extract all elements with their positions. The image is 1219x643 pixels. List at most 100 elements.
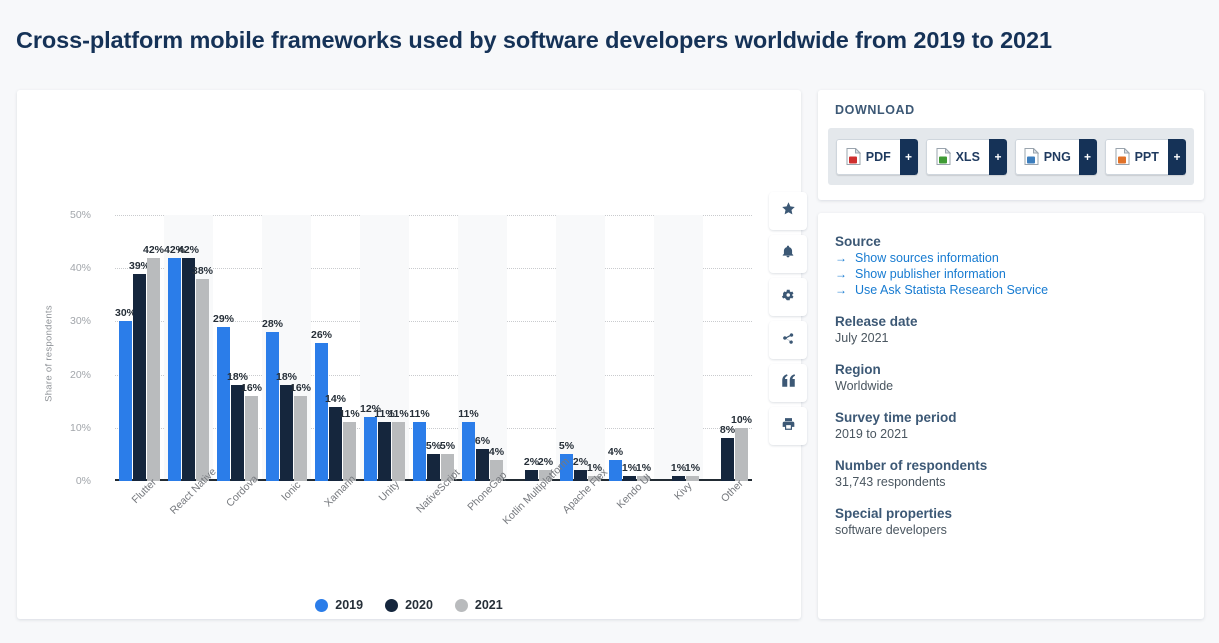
bar-2021[interactable]: 16% [241, 382, 262, 481]
bar-group: 11% 5% 5% [409, 215, 458, 481]
x-label-cell: Cordova [213, 473, 262, 583]
legend-label: 2021 [474, 598, 503, 612]
settings-gear-button[interactable] [769, 278, 807, 316]
bar-groups: 30% 39% 42% 42% 42% 38% 29% 18% 16% 28% 18% 16% 26% 1… [115, 215, 752, 481]
citation-quote-icon [781, 374, 796, 392]
bar-2020[interactable]: 8% [720, 424, 735, 481]
legend-color-swatch [454, 598, 468, 612]
bar-2020[interactable]: 6% [475, 435, 490, 481]
y-axis-ticks: 0% 10% 20% 30% 40% 50% [39, 90, 91, 619]
chart-tool-rail [769, 192, 807, 445]
legend-item-2020[interactable]: 2020 [385, 598, 433, 612]
bar-group: 12% 11% 11% [360, 215, 409, 481]
x-label-cell: Unity [360, 479, 409, 583]
bar-2019[interactable]: 42% [164, 244, 185, 481]
plot-area: Share of respondents 0% 10% 20% 30% 40% 50% 3… [17, 90, 801, 619]
metadata-heading: Region [835, 362, 881, 377]
legend-item-2021[interactable]: 2021 [454, 598, 503, 612]
bar-2021[interactable]: 11% [388, 408, 409, 481]
download-options-toggle[interactable]: + [1168, 138, 1186, 175]
bar-value-label: 38% [191, 264, 214, 277]
bar-value-label: 14% [324, 392, 347, 405]
citation-quote-button[interactable] [769, 364, 807, 402]
x-label-cell: Ionic [262, 479, 311, 583]
bar-2020[interactable]: 42% [178, 244, 199, 481]
bar-value-label: 10% [730, 413, 753, 426]
notification-bell-icon [781, 244, 795, 264]
legend-item-2019[interactable]: 2019 [315, 598, 363, 612]
download-xls-button[interactable]: XLS + [925, 138, 1007, 175]
bar-2019[interactable]: 29% [213, 313, 234, 481]
download-pdf-button[interactable]: PDF + [836, 138, 918, 175]
bar-value-label: 2% [572, 456, 589, 469]
x-axis-label: Unity [376, 478, 402, 504]
x-label-cell: NativeScript [409, 467, 462, 583]
bar-group: 4% 1% 1% [605, 215, 654, 481]
bar-2020[interactable]: 18% [227, 371, 248, 481]
metadata-heading: Number of respondents [835, 458, 988, 473]
legend-color-swatch [315, 598, 329, 612]
download-format-label: XLS [955, 149, 980, 164]
download-title: DOWNLOAD [835, 103, 915, 117]
y-tick-label: 40% [69, 262, 91, 275]
metadata-heading: Release date [835, 314, 918, 329]
download-png-button[interactable]: PNG + [1015, 138, 1097, 175]
x-label-cell: Flutter [115, 476, 164, 583]
bar-2019[interactable]: 4% [608, 446, 623, 481]
metadata-heading: Survey time period [835, 410, 957, 425]
notification-bell-button[interactable] [769, 235, 807, 273]
bar-2020[interactable]: 2% [573, 456, 588, 481]
share-button[interactable] [769, 321, 807, 359]
bar-2020[interactable]: 39% [129, 260, 150, 481]
source-link[interactable]: → Show sources information [835, 251, 1187, 265]
print-button[interactable] [769, 407, 807, 445]
chart-card: Share of respondents 0% 10% 20% 30% 40% 50% 3… [17, 90, 807, 619]
y-tick-label: 10% [69, 421, 91, 434]
x-axis-label: Other [718, 477, 746, 505]
bar-value-label: 1% [621, 461, 638, 474]
bar-2021[interactable]: 38% [192, 265, 213, 481]
bar-2020[interactable]: 1% [622, 462, 637, 481]
bar-2021[interactable]: 1% [685, 462, 700, 481]
favorite-star-button[interactable] [769, 192, 807, 230]
bar-2019[interactable]: 28% [262, 318, 283, 481]
bar-2019[interactable]: 11% [409, 408, 430, 481]
source-link[interactable]: → Use Ask Statista Research Service [835, 283, 1187, 297]
bar-2020[interactable]: 2% [524, 456, 539, 481]
bar-2021[interactable]: 16% [290, 382, 311, 481]
legend-color-swatch [385, 598, 399, 612]
bar-2021[interactable]: 10% [731, 414, 752, 481]
bar-2020[interactable]: 11% [374, 408, 395, 481]
metadata-value: July 2021 [835, 331, 889, 345]
pdf-file-icon [846, 147, 861, 165]
bar-value-label: 11% [458, 408, 479, 421]
bar-value-label: 42% [142, 243, 165, 256]
bar-value-label: 2% [523, 456, 540, 469]
ppt-file-icon [1115, 147, 1130, 165]
download-options-toggle[interactable]: + [989, 138, 1007, 175]
bar-2020[interactable]: 1% [671, 462, 686, 481]
bar-2019[interactable]: 26% [311, 329, 332, 481]
metadata-value: software developers [835, 523, 947, 537]
share-icon [781, 331, 795, 350]
download-format-label: PPT [1134, 149, 1159, 164]
bar-2020[interactable]: 5% [426, 440, 441, 481]
bar-2020[interactable]: 18% [276, 371, 297, 481]
download-options-toggle[interactable]: + [1078, 138, 1097, 175]
bar-group: 2% 2% [507, 215, 556, 481]
bar-value-label: 16% [289, 381, 312, 394]
bar-value-label: 28% [261, 318, 284, 331]
bar-2021[interactable]: 42% [143, 244, 164, 481]
download-ppt-button[interactable]: PPT + [1104, 138, 1186, 175]
x-label-cell: PhoneGap [458, 469, 509, 583]
bar-value-label: 11% [339, 408, 360, 421]
source-link[interactable]: → Show publisher information [835, 267, 1187, 281]
bar-value-label: 11% [409, 408, 430, 421]
download-options-toggle[interactable]: + [899, 138, 918, 175]
bar-2019[interactable]: 30% [115, 307, 136, 481]
y-tick-label: 50% [69, 209, 91, 221]
x-label-cell: Apache Flex [556, 466, 610, 583]
bar-2019[interactable]: 12% [360, 403, 381, 481]
bar-2019[interactable]: 11% [458, 408, 479, 481]
xls-file-icon [936, 147, 951, 165]
